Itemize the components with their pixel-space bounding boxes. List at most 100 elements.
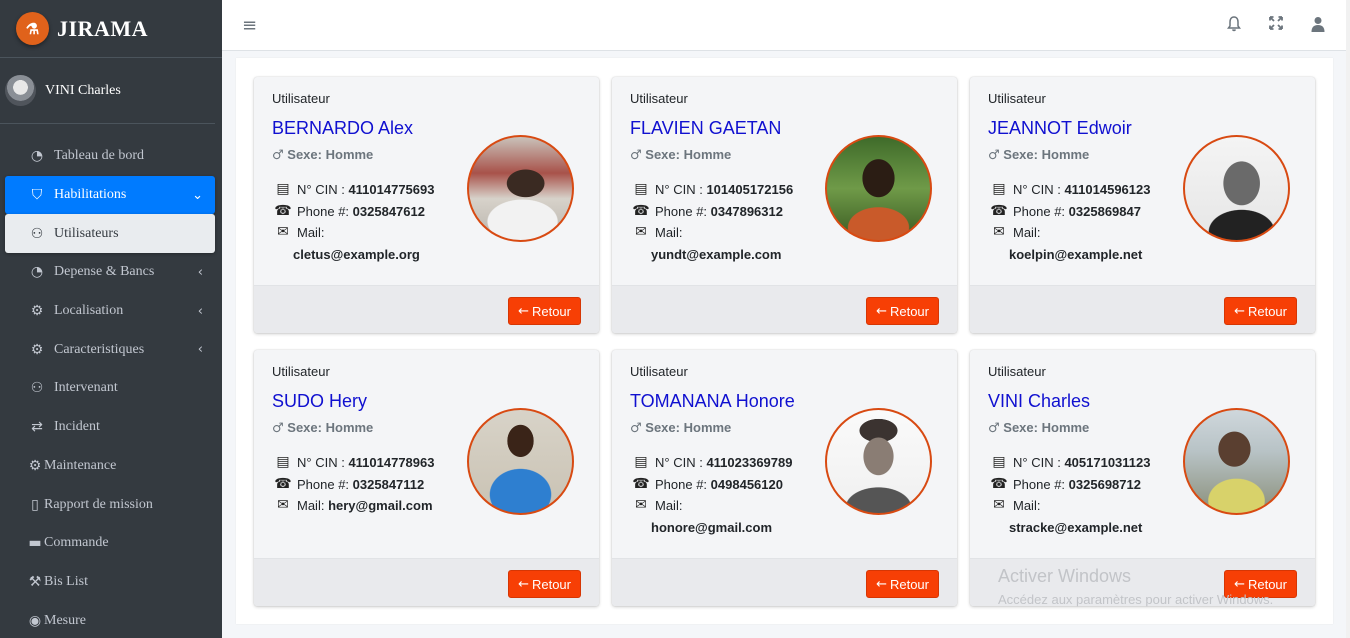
dashboard-icon: ◔ <box>30 148 44 165</box>
cin-label: N° CIN : <box>655 455 703 470</box>
chevron-down-icon: ⌄ <box>192 187 203 203</box>
sidebar-item-depense-bancs[interactable]: ◔ Depense & Bancs ‹ <box>5 253 215 292</box>
user-panel[interactable]: VINI Charles <box>0 58 215 124</box>
mail-value: koelpin@example.net <box>1009 246 1143 262</box>
cogs-icon: ⚙ <box>30 341 44 358</box>
user-name[interactable]: JEANNOT Edwoir <box>988 118 1297 139</box>
sidebar-nav: ◔ Tableau de bord ⛉ Habilitations ⌄ ⚇ Utilisat… <box>0 124 222 638</box>
phone-icon: ☎ <box>274 202 292 219</box>
sexe-label: Sexe: <box>1003 147 1038 162</box>
sidebar-item-localisation[interactable]: ⚙ Localisation ‹ <box>5 292 215 331</box>
id-card-icon: ▤ <box>992 454 1006 470</box>
user-icon[interactable] <box>1310 16 1326 34</box>
card-body: Utilisateur TOMANANA Honore ♂ Sexe: Homme ▤… <box>612 350 957 558</box>
sidebar-item-utilisateurs[interactable]: ⚇ Utilisateurs <box>5 214 215 254</box>
sidebar-item-label: Commande <box>44 535 109 551</box>
sidebar-item-tableau-de-bord[interactable]: ◔ Tableau de bord <box>5 137 215 176</box>
main-content: Utilisateur BERNARDO Alex ♂ Sexe: Homme ▤ N°… <box>236 58 1333 624</box>
mail-label: Mail: <box>297 498 325 513</box>
sidebar-item-caracteristiques[interactable]: ⚙ Caracteristiques ‹ <box>5 330 215 369</box>
arrow-left-icon: ← <box>518 303 529 319</box>
expand-icon[interactable] <box>1268 16 1284 34</box>
mail-label: Mail: <box>1013 225 1041 240</box>
cin-label: N° CIN : <box>1013 455 1061 470</box>
sidebar-item-intervenant[interactable]: ⚇ Intervenant <box>5 369 215 408</box>
phone-label: Phone #: <box>297 203 350 219</box>
sidebar-item-habilitations[interactable]: ⛉ Habilitations ⌄ <box>5 175 215 215</box>
user-name[interactable]: SUDO Hery <box>272 391 581 412</box>
phone-icon: ☎ <box>990 202 1008 219</box>
user-card: Utilisateur BERNARDO Alex ♂ Sexe: Homme ▤ N°… <box>254 77 599 333</box>
user-name[interactable]: VINI Charles <box>988 391 1297 412</box>
sidebar-item-incident[interactable]: ⇄ Incident <box>5 408 215 447</box>
phone-label: Phone #: <box>297 476 350 492</box>
id-card-icon: ▤ <box>634 454 648 470</box>
card-body: Utilisateur BERNARDO Alex ♂ Sexe: Homme ▤ N°… <box>254 77 599 285</box>
mail-value: yundt@example.com <box>651 246 782 262</box>
card-footer: ← Retour <box>612 558 957 606</box>
windows-activation-watermark: Activer Windows Accédez aux paramètres p… <box>998 566 1273 607</box>
phone-value: 0325847112 <box>352 476 425 492</box>
arrow-left-icon: ← <box>518 576 529 592</box>
user-name: VINI Charles <box>45 82 121 98</box>
sidebar-item-maintenance[interactable]: ⚙ Maintenance <box>5 447 215 486</box>
sidebar-item-label: Depense & Bancs <box>54 264 155 280</box>
sexe-label: Sexe: <box>645 420 680 435</box>
cin-value: 405171031123 <box>1064 455 1151 470</box>
cin-value: 411014596123 <box>1064 182 1151 197</box>
card-header: Utilisateur <box>988 91 1046 106</box>
user-name[interactable]: FLAVIEN GAETAN <box>630 118 939 139</box>
credit-card-icon: ▬ <box>28 535 42 552</box>
phone-icon: ☎ <box>990 475 1008 492</box>
retour-button[interactable]: ← Retour <box>866 297 939 325</box>
retour-label: Retour <box>889 576 929 592</box>
sidebar-item-bis-list[interactable]: ⚒ Bis List <box>5 563 215 602</box>
card-header: Utilisateur <box>630 91 688 106</box>
cin-value: 101405172156 <box>706 182 794 197</box>
retour-button[interactable]: ← Retour <box>1224 297 1297 325</box>
mail-label: Mail: <box>297 225 325 240</box>
sexe-label: Sexe: <box>1003 420 1038 435</box>
user-photo <box>1183 135 1290 242</box>
retour-button[interactable]: ← Retour <box>508 570 581 598</box>
retour-label: Retour <box>531 303 571 319</box>
card-header: Utilisateur <box>272 364 330 379</box>
arrow-left-icon: ← <box>876 303 887 319</box>
brand-name: JIRAMA <box>57 15 148 41</box>
user-card: Utilisateur JEANNOT Edwoir ♂ Sexe: Homme ▤ N… <box>970 77 1315 333</box>
hamburger-menu-icon[interactable]: ≡ <box>242 15 258 36</box>
user-name[interactable]: BERNARDO Alex <box>272 118 581 139</box>
mail-value: stracke@example.net <box>1009 519 1143 535</box>
user-photo <box>825 408 932 515</box>
id-card-icon: ▤ <box>276 181 290 197</box>
watermark-title: Activer Windows <box>998 566 1132 586</box>
sidebar-item-label: Habilitations <box>54 187 127 203</box>
chevron-left-icon: ‹ <box>197 264 203 280</box>
retour-button[interactable]: ← Retour <box>866 570 939 598</box>
retour-button[interactable]: ← Retour <box>508 297 581 325</box>
envelope-icon: ✉ <box>635 497 647 513</box>
retour-label: Retour <box>889 303 929 319</box>
id-card-icon: ▤ <box>992 181 1006 197</box>
top-navbar: ≡ <box>222 0 1350 51</box>
sidebar-item-label: Bis List <box>44 573 88 589</box>
sidebar-item-label: Caracteristiques <box>54 341 145 357</box>
cin-label: N° CIN : <box>297 182 345 197</box>
sidebar-item-commande[interactable]: ▬ Commande <box>5 524 215 563</box>
bell-icon[interactable] <box>1226 16 1242 34</box>
page-scrollbar[interactable] <box>1346 0 1350 638</box>
sidebar-item-rapport-de-mission[interactable]: ▯ Rapport de mission <box>5 485 215 524</box>
card-body: Utilisateur FLAVIEN GAETAN ♂ Sexe: Homme ▤ N… <box>612 77 957 285</box>
male-icon: ♂ <box>272 421 284 436</box>
user-name[interactable]: TOMANANA Honore <box>630 391 939 412</box>
dashboard-icon: ◔ <box>30 264 44 281</box>
sidebar-item-label: Localisation <box>54 303 124 319</box>
id-card-icon: ▤ <box>276 454 290 470</box>
brand-link[interactable]: ⚗ JIRAMA <box>0 0 222 58</box>
user-card: Utilisateur SUDO Hery ♂ Sexe: Homme ▤ N° CIN… <box>254 350 599 606</box>
phone-value: 0498456120 <box>710 476 783 492</box>
sidebar-item-mesure[interactable]: ◉ Mesure <box>5 601 215 638</box>
cogs-icon: ⚙ <box>30 303 44 320</box>
sidebar-item-label: Tableau de bord <box>54 148 144 164</box>
chevron-left-icon: ‹ <box>197 303 203 319</box>
